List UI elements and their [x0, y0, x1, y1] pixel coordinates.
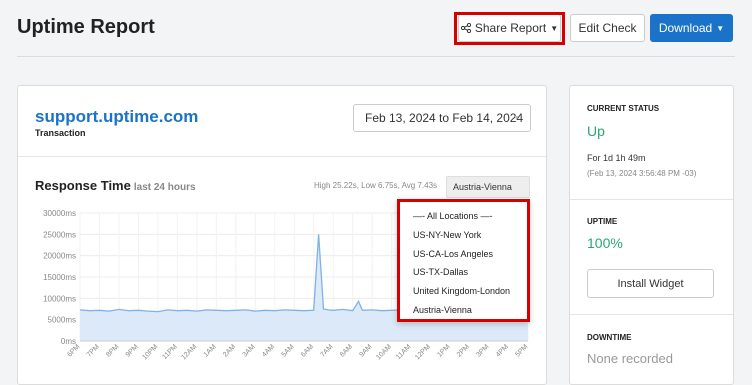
- status-duration: For 1d 1h 49m: [587, 153, 646, 163]
- monitor-type: Transaction: [35, 128, 86, 138]
- uptime-label: UPTIME: [587, 217, 618, 226]
- sidebar-divider: [570, 199, 733, 200]
- y-tick-label: 5000ms: [48, 316, 76, 325]
- status-sidebar: CURRENT STATUS Up For 1d 1h 49m (Feb 13,…: [569, 85, 734, 385]
- x-tick-label: 2PM: [456, 343, 471, 358]
- page-title: Uptime Report: [17, 16, 155, 38]
- x-tick-label: 9PM: [125, 343, 140, 358]
- x-tick-label: 11AM: [395, 343, 413, 361]
- status-since: (Feb 13, 2024 3:56:48 PM -03): [587, 169, 697, 178]
- x-tick-label: 7AM: [319, 343, 334, 358]
- x-tick-label: 5AM: [281, 343, 296, 358]
- downtime-label: DOWNTIME: [587, 333, 632, 342]
- x-tick-label: 3AM: [242, 343, 257, 358]
- uptime-report-page: Uptime Report Share Report ▼ Edit Check …: [0, 0, 752, 385]
- y-tick-label: 20000ms: [43, 252, 76, 261]
- x-tick-label: 6AM: [300, 343, 315, 358]
- x-tick-label: 2AM: [222, 343, 237, 358]
- uptime-value: 100%: [587, 235, 623, 251]
- current-status-value: Up: [587, 123, 605, 139]
- current-status-label: CURRENT STATUS: [587, 104, 660, 113]
- location-option[interactable]: US-NY-New York: [413, 230, 481, 240]
- x-tick-label: 7PM: [86, 343, 101, 358]
- install-widget-button[interactable]: Install Widget: [587, 269, 714, 298]
- x-tick-label: 12PM: [414, 343, 432, 361]
- download-label: Download: [658, 21, 713, 35]
- x-tick-label: 10AM: [375, 343, 393, 361]
- x-tick-label: 8AM: [339, 343, 354, 358]
- x-tick-label: 4AM: [261, 343, 276, 358]
- x-tick-label: 1PM: [436, 343, 451, 358]
- location-option[interactable]: —- All Locations —-: [413, 211, 493, 221]
- y-tick-label: 15000ms: [43, 273, 76, 282]
- chevron-down-icon: ▼: [716, 23, 725, 33]
- header-divider: [17, 56, 735, 57]
- sidebar-divider: [570, 314, 733, 315]
- location-dropdown-menu: —- All Locations —- US-NY-New York US-CA…: [397, 199, 530, 322]
- date-range-value: Feb 13, 2024 to Feb 14, 2024: [365, 111, 524, 125]
- response-time-stats: High 25.22s, Low 6.75s, Avg 7.43s: [314, 181, 438, 190]
- date-range-picker[interactable]: Feb 13, 2024 to Feb 14, 2024 ▼: [353, 104, 531, 132]
- location-option[interactable]: United Kingdom-London: [413, 286, 510, 296]
- x-tick-label: 4PM: [495, 343, 510, 358]
- y-tick-label: 25000ms: [43, 230, 76, 239]
- response-time-subtitle: last 24 hours: [133, 182, 196, 193]
- x-tick-label: 3PM: [475, 343, 490, 358]
- card-divider: [18, 156, 546, 157]
- location-option[interactable]: US-TX-Dallas: [413, 267, 468, 277]
- y-tick-label: 0ms: [61, 337, 76, 346]
- edit-check-button[interactable]: Edit Check: [570, 14, 645, 42]
- share-report-highlight: [454, 12, 565, 45]
- y-tick-label: 30000ms: [43, 209, 76, 218]
- x-tick-label: 12AM: [180, 343, 198, 361]
- y-tick-label: 10000ms: [43, 294, 76, 303]
- x-tick-label: 1AM: [203, 343, 218, 358]
- x-tick-label: 11PM: [161, 343, 179, 361]
- downtime-value: None recorded: [587, 351, 673, 366]
- x-tick-label: 8PM: [105, 343, 120, 358]
- monitor-url[interactable]: support.uptime.com: [35, 107, 198, 127]
- download-button[interactable]: Download ▼: [650, 14, 733, 42]
- x-tick-label: 10PM: [141, 343, 159, 361]
- location-option[interactable]: US-CA-Los Angeles: [413, 249, 493, 259]
- chevron-down-icon: ▼: [513, 114, 520, 122]
- location-select[interactable]: Austria-Vienna: [446, 176, 530, 198]
- response-time-heading: Response Time last 24 hours: [35, 178, 196, 193]
- x-tick-label: 9AM: [358, 343, 373, 358]
- location-option[interactable]: Austria-Vienna: [413, 305, 472, 315]
- response-time-title: Response Time: [35, 178, 131, 193]
- x-tick-label: 5PM: [514, 343, 529, 358]
